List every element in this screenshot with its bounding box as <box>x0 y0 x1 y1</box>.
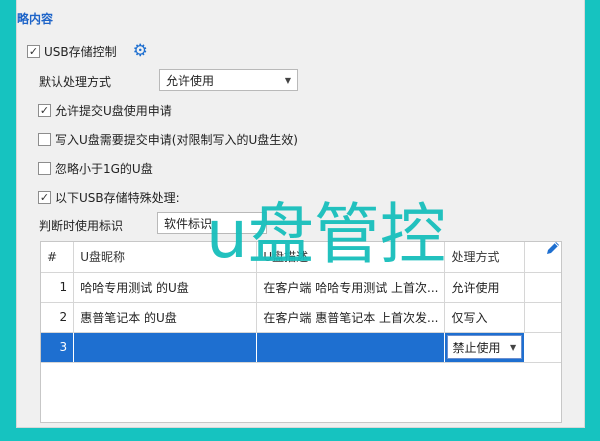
option-label: 允许提交U盘使用申请 <box>55 104 172 118</box>
row-desc[interactable]: 在客户端 哈哈专用测试 上首次... <box>256 272 446 303</box>
table-row-selected[interactable]: 3 禁止使用 ▼ <box>41 332 561 363</box>
option-label: 忽略小于1G的U盘 <box>55 162 153 176</box>
column-header-action[interactable]: 处理方式 <box>444 242 526 273</box>
gear-icon[interactable]: ⚙ <box>133 43 148 60</box>
usb-control-label: USB存储控制 <box>44 45 117 59</box>
column-header-index[interactable]: # <box>41 242 75 273</box>
row-action-cell[interactable]: 禁止使用 ▼ <box>444 332 526 363</box>
row-action[interactable]: 仅写入 <box>444 302 526 333</box>
section-title: 略内容 <box>17 12 54 26</box>
table: # U盘昵称 U盘描述 处理方式 1 哈哈专用测试 的U盘 在客户端 哈哈专用测… <box>41 242 561 363</box>
row-name[interactable]: 惠普笔记本 的U盘 <box>73 302 258 333</box>
default-action-label: 默认处理方式 <box>39 75 112 89</box>
column-header-name[interactable]: U盘昵称 <box>73 242 258 273</box>
column-header-desc[interactable]: U盘描述 <box>256 242 446 273</box>
option-checkbox[interactable] <box>38 162 51 175</box>
row-filler <box>524 302 561 333</box>
row-desc[interactable]: 在客户端 惠普笔记本 上首次发... <box>256 302 446 333</box>
table-header-row: # U盘昵称 U盘描述 处理方式 <box>41 242 561 273</box>
row-action[interactable]: 允许使用 <box>444 272 526 303</box>
row-name[interactable]: 哈哈专用测试 的U盘 <box>73 272 258 303</box>
option-label: 写入U盘需要提交申请(对限制写入的U盘生效) <box>55 133 298 147</box>
option-label: 以下USB存储特殊处理: <box>55 191 180 205</box>
option-checkbox[interactable]: ✓ <box>38 104 51 117</box>
default-action-value: 允许使用 <box>166 73 215 88</box>
table-row[interactable]: 2 惠普笔记本 的U盘 在客户端 惠普笔记本 上首次发... 仅写入 <box>41 302 561 333</box>
default-action-select[interactable]: 允许使用 ▼ <box>159 69 298 91</box>
usb-control-row[interactable]: ✓ USB存储控制 ⚙ <box>27 43 148 60</box>
action-select-value: 禁止使用 <box>452 340 501 355</box>
row-desc[interactable] <box>256 332 446 363</box>
identify-value: 软件标识 <box>164 216 213 231</box>
row-filler <box>524 332 561 363</box>
identify-select[interactable]: 软件标识 <box>157 212 267 234</box>
chevron-down-icon: ▼ <box>510 342 517 352</box>
pencil-icon[interactable] <box>545 240 561 256</box>
identify-label: 判断时使用标识 <box>39 219 124 233</box>
usb-control-checkbox[interactable]: ✓ <box>27 45 40 58</box>
chevron-down-icon: ▼ <box>284 75 291 85</box>
row-filler <box>524 272 561 303</box>
action-select[interactable]: 禁止使用 ▼ <box>447 335 523 359</box>
option-row[interactable]: ✓ 允许提交U盘使用申请 <box>38 102 172 119</box>
settings-panel: 略内容 ✓ USB存储控制 ⚙ 默认处理方式 允许使用 ▼ ✓ 允许提交U盘使用… <box>16 0 585 428</box>
row-name[interactable] <box>73 332 258 363</box>
option-checkbox[interactable]: ✓ <box>38 191 51 204</box>
row-number: 3 <box>41 332 75 363</box>
option-row[interactable]: ✓ 以下USB存储特殊处理: <box>38 189 180 206</box>
row-number: 1 <box>41 272 75 303</box>
option-row[interactable]: 忽略小于1G的U盘 <box>38 160 153 177</box>
option-checkbox[interactable] <box>38 133 51 146</box>
usb-device-table: # U盘昵称 U盘描述 处理方式 1 哈哈专用测试 的U盘 在客户端 哈哈专用测… <box>40 241 562 423</box>
row-number: 2 <box>41 302 75 333</box>
option-row[interactable]: 写入U盘需要提交申请(对限制写入的U盘生效) <box>38 131 298 148</box>
table-row[interactable]: 1 哈哈专用测试 的U盘 在客户端 哈哈专用测试 上首次... 允许使用 <box>41 272 561 303</box>
